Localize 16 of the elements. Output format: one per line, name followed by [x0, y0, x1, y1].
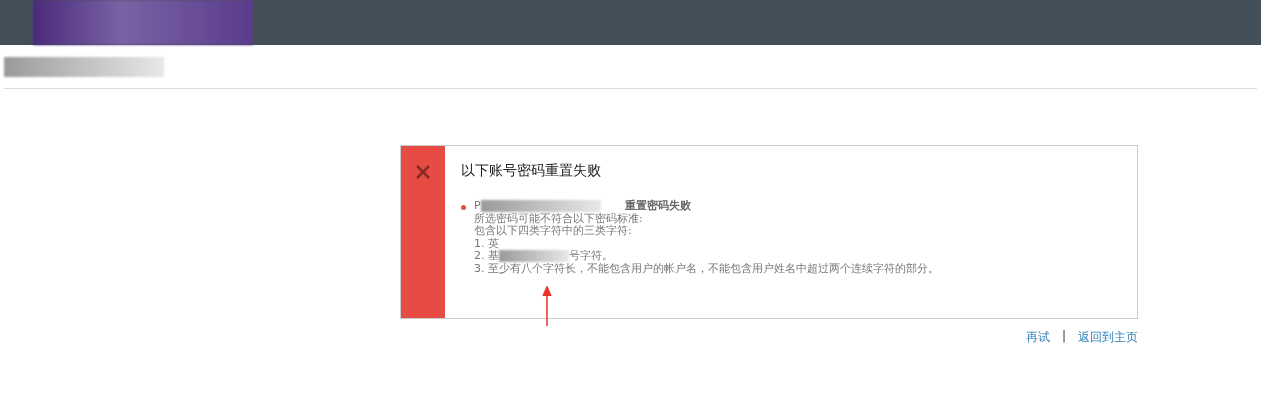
bullet-icon: [461, 205, 466, 210]
link-separator: |: [1061, 329, 1066, 345]
nav-link[interactable]: 再试: [1025, 329, 1050, 346]
account-name: P: [474, 200, 481, 213]
failure-status: 重置密码失败: [624, 200, 691, 213]
criteria-text: 包含以下四类字符中的三类字符:: [474, 225, 632, 238]
rule-text: 号字符。: [569, 250, 613, 263]
dialog-title: 以下账号密码重置失败: [461, 162, 602, 180]
nav-link[interactable]: 返回到主页: [1078, 329, 1138, 346]
arrow-annotation: [542, 286, 552, 326]
rule-text: 2. 基: [474, 250, 499, 263]
rule-text: 1. 英: [474, 237, 499, 250]
redacted-text: [499, 250, 569, 263]
close-icon: [415, 164, 431, 180]
rule-text: 3. 至少有八个字符长，不能包含用户的帐户名，不能包含用户姓名中超过两个连续字符的部分。: [474, 262, 939, 275]
criteria-text: 所选密码可能不符合以下密码标准:: [474, 212, 643, 225]
